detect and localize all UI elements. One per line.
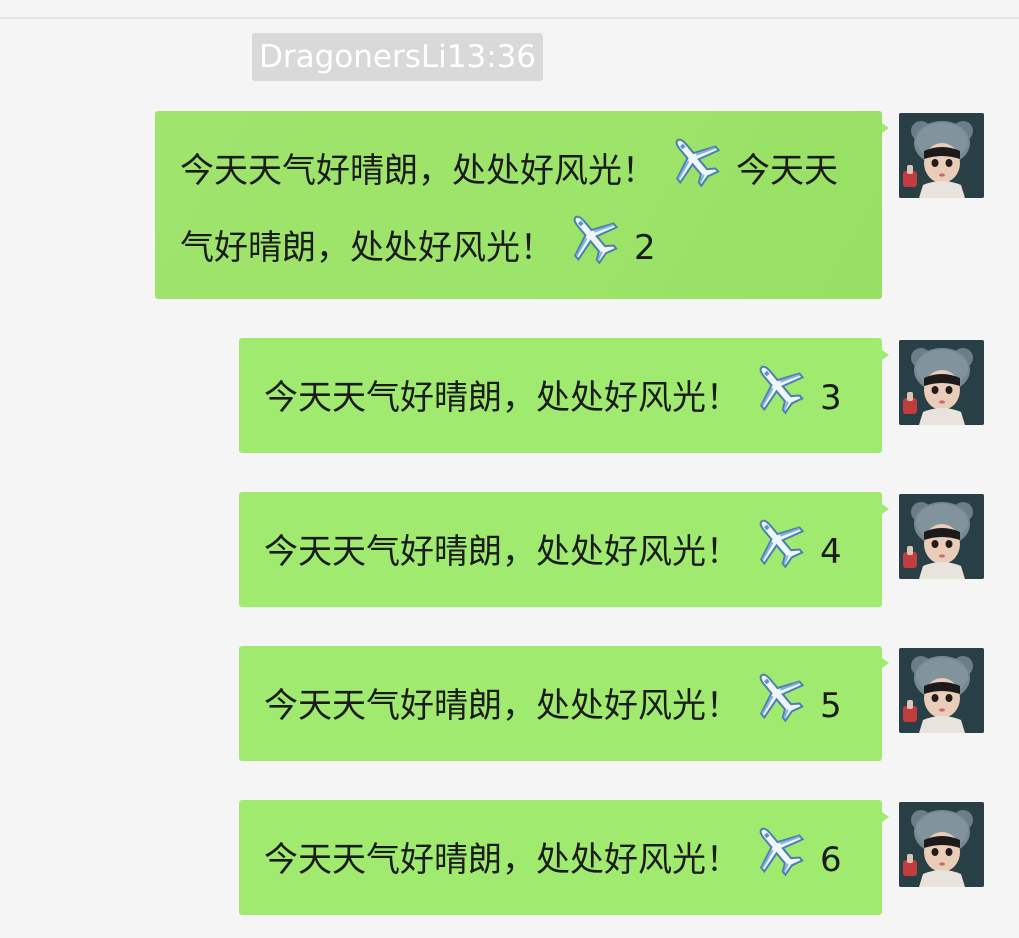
message-bubble-1[interactable]: 今天天气好晴朗，处处好风光！ 今天天 气好晴朗，处处好风光！ 2 xyxy=(155,111,889,299)
airplane-emoji-icon xyxy=(560,207,626,269)
message-1-text-c: 气好晴朗，处处好风光！ xyxy=(180,228,554,268)
sender-avatar[interactable] xyxy=(899,802,984,887)
message-6-text: 今天天气好晴朗，处处好风光！ xyxy=(264,840,740,880)
message-5-suffix: 5 xyxy=(820,686,842,726)
doll-avatar-icon xyxy=(899,648,984,733)
message-bubble-4[interactable]: 今天天气好晴朗，处处好风光！ 4 xyxy=(239,492,889,607)
sender-avatar[interactable] xyxy=(899,113,984,198)
message-3-suffix: 3 xyxy=(820,378,842,418)
message-4-suffix: 4 xyxy=(820,532,842,572)
message-1-text-b: 今天天 xyxy=(736,151,838,191)
message-bubble-3[interactable]: 今天天气好晴朗，处处好风光！ 3 xyxy=(239,338,889,453)
message-6-suffix: 6 xyxy=(820,840,842,880)
top-divider xyxy=(0,17,1019,19)
airplane-emoji-icon xyxy=(746,357,812,419)
airplane-emoji-icon xyxy=(746,819,812,881)
doll-avatar-icon xyxy=(899,340,984,425)
doll-avatar-icon xyxy=(899,802,984,887)
sender-avatar[interactable] xyxy=(899,340,984,425)
sender-avatar[interactable] xyxy=(899,648,984,733)
message-1-line-2: 气好晴朗，处处好风光！ 2 xyxy=(180,207,848,284)
airplane-emoji-icon xyxy=(662,130,728,192)
message-bubble-5[interactable]: 今天天气好晴朗，处处好风光！ 5 xyxy=(239,646,889,761)
message-1-text-a: 今天天气好晴朗，处处好风光！ xyxy=(180,151,656,191)
doll-avatar-icon xyxy=(899,494,984,579)
message-4-text: 今天天气好晴朗，处处好风光！ xyxy=(264,532,740,572)
message-bubble-6[interactable]: 今天天气好晴朗，处处好风光！ 6 xyxy=(239,800,889,915)
airplane-emoji-icon xyxy=(746,511,812,573)
sender-timestamp-label: DragonersLi13:36 xyxy=(252,33,544,81)
sender-avatar[interactable] xyxy=(899,494,984,579)
message-3-text: 今天天气好晴朗，处处好风光！ xyxy=(264,378,740,418)
message-1-line-1: 今天天气好晴朗，处处好风光！ 今天天 xyxy=(180,130,848,207)
airplane-emoji-icon xyxy=(746,665,812,727)
message-1-suffix: 2 xyxy=(634,228,656,268)
doll-avatar-icon xyxy=(899,113,984,198)
message-5-text: 今天天气好晴朗，处处好风光！ xyxy=(264,686,740,726)
